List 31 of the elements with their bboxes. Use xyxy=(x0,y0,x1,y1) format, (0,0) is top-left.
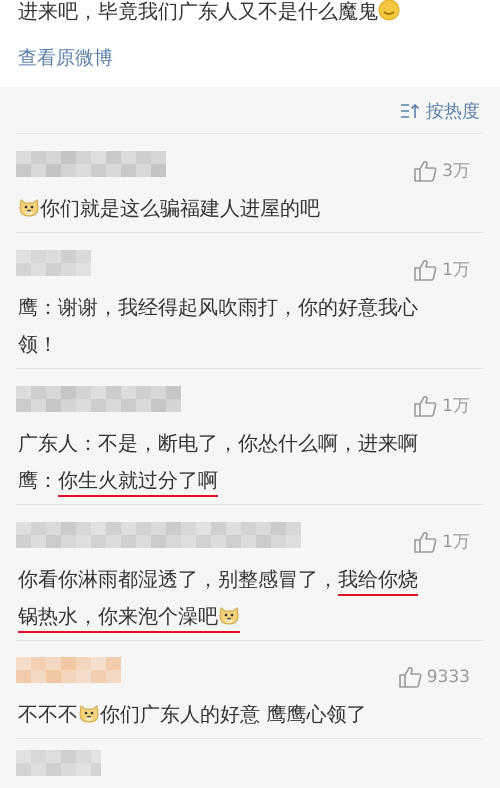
comment-text: 不不不 xyxy=(18,701,78,728)
like-count[interactable]: 1万 xyxy=(442,258,470,281)
like-count[interactable]: 1万 xyxy=(442,394,470,417)
comment-text: 鹰： xyxy=(18,467,58,494)
thumbs-up-icon[interactable] xyxy=(398,666,422,688)
like-button[interactable]: 1万 xyxy=(413,258,470,281)
like-button[interactable]: 1万 xyxy=(413,530,470,553)
view-original-link[interactable]: 查看原微博 xyxy=(18,45,113,71)
like-count[interactable]: 3万 xyxy=(442,159,470,182)
thumbs-up-icon[interactable] xyxy=(413,258,438,280)
thumbs-up-icon[interactable] xyxy=(413,160,438,182)
comment-text: 进来吧，毕竟我们广东人又不是什么魔鬼 xyxy=(18,0,378,25)
comment-text: 锅热水，你来泡个澡吧 xyxy=(18,601,218,633)
like-button[interactable]: 3万 xyxy=(413,159,470,182)
comment-text: 你生火就过分了啊 xyxy=(58,465,218,497)
like-count[interactable]: 1万 xyxy=(442,530,470,553)
like-button[interactable]: 1万 xyxy=(413,394,470,417)
sort-button[interactable]: 按热度 xyxy=(400,99,480,123)
sort-label[interactable]: 按热度 xyxy=(426,99,480,123)
comment-text: 领！ xyxy=(18,331,58,358)
comment-text: 广东人：不是，断电了，你怂什么啊，进来啊 xyxy=(18,430,418,457)
comment-text: 你们就是这么骗福建人进屋的吧 xyxy=(40,195,320,222)
comment-text: 鹰：谢谢，我经得起风吹雨打，你的好意我心 xyxy=(18,294,418,321)
comment-text: 你看你淋雨都湿透了，别整感冒了， xyxy=(18,566,338,593)
like-count[interactable]: 9333 xyxy=(426,667,470,687)
comment-text: 我给你烧 xyxy=(338,564,418,596)
comment-text: 你们广东人的好意 鹰鹰心领了 xyxy=(100,701,366,728)
like-button[interactable]: 9333 xyxy=(398,666,470,688)
thumbs-up-icon[interactable] xyxy=(413,530,438,552)
thumbs-up-icon[interactable] xyxy=(413,394,438,416)
sort-icon[interactable] xyxy=(400,103,420,119)
